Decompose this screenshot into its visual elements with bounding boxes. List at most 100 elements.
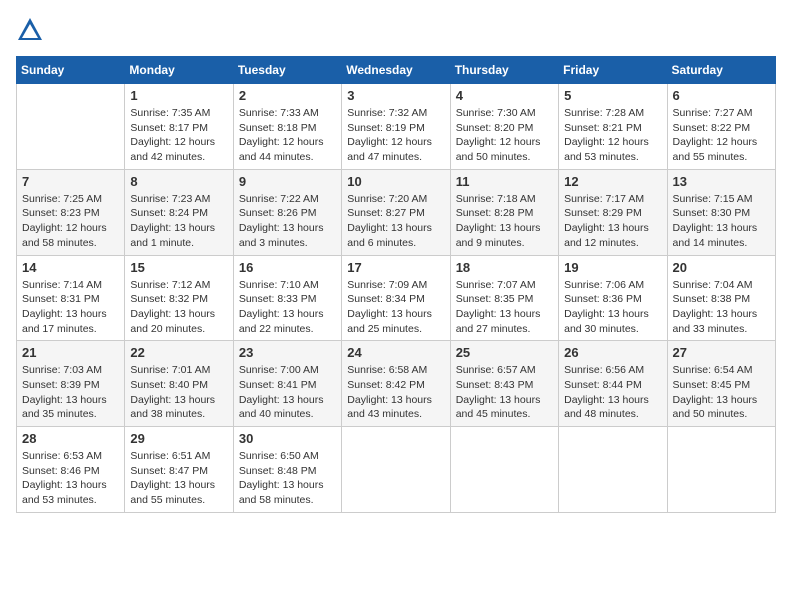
cell-info: Sunrise: 6:58 AMSunset: 8:42 PMDaylight:… xyxy=(347,363,444,422)
day-number: 6 xyxy=(673,88,770,103)
calendar-cell: 26Sunrise: 6:56 AMSunset: 8:44 PMDayligh… xyxy=(559,341,667,427)
calendar-week-row: 28 Sunrise: 6:53 AMSunset: 8:46 PMDayligh… xyxy=(17,427,776,513)
calendar-cell: 28 Sunrise: 6:53 AMSunset: 8:46 PMDayligh… xyxy=(17,427,125,513)
calendar-week-row: 7Sunrise: 7:25 AMSunset: 8:23 PMDaylight… xyxy=(17,169,776,255)
calendar-cell: 24 Sunrise: 6:58 AMSunset: 8:42 PMDayligh… xyxy=(342,341,450,427)
cell-info: Sunrise: 7:04 AMSunset: 8:38 PMDaylight:… xyxy=(673,278,770,337)
cell-info: Sunrise: 6:50 AMSunset: 8:48 PMDaylight:… xyxy=(239,449,336,508)
cell-info: Sunrise: 7:28 AMSunset: 8:21 PMDaylight:… xyxy=(564,106,661,165)
calendar-cell: 5 Sunrise: 7:28 AMSunset: 8:21 PMDaylight… xyxy=(559,84,667,170)
cell-info: Sunrise: 7:15 AMSunset: 8:30 PMDaylight:… xyxy=(673,192,770,251)
calendar-cell xyxy=(667,427,775,513)
day-number: 9 xyxy=(239,174,336,189)
cell-info: Sunrise: 7:14 AMSunset: 8:31 PMDaylight:… xyxy=(22,278,119,337)
calendar-cell: 20 Sunrise: 7:04 AMSunset: 8:38 PMDayligh… xyxy=(667,255,775,341)
column-header-thursday: Thursday xyxy=(450,57,558,84)
calendar-cell xyxy=(342,427,450,513)
day-number: 22 xyxy=(130,345,227,360)
day-number: 24 xyxy=(347,345,444,360)
cell-info: Sunrise: 7:33 AMSunset: 8:18 PMDaylight:… xyxy=(239,106,336,165)
calendar-cell: 2 Sunrise: 7:33 AMSunset: 8:18 PMDaylight… xyxy=(233,84,341,170)
column-header-tuesday: Tuesday xyxy=(233,57,341,84)
column-header-sunday: Sunday xyxy=(17,57,125,84)
day-number: 28 xyxy=(22,431,119,446)
calendar-cell xyxy=(17,84,125,170)
calendar-cell: 21 Sunrise: 7:03 AMSunset: 8:39 PMDayligh… xyxy=(17,341,125,427)
cell-info: Sunrise: 7:00 AMSunset: 8:41 PMDaylight:… xyxy=(239,363,336,422)
calendar-cell: 17Sunrise: 7:09 AMSunset: 8:34 PMDayligh… xyxy=(342,255,450,341)
cell-info: Sunrise: 6:57 AMSunset: 8:43 PMDaylight:… xyxy=(456,363,553,422)
day-number: 7 xyxy=(22,174,119,189)
day-number: 1 xyxy=(130,88,227,103)
calendar-cell: 10 Sunrise: 7:20 AMSunset: 8:27 PMDayligh… xyxy=(342,169,450,255)
calendar-cell: 12Sunrise: 7:17 AMSunset: 8:29 PMDayligh… xyxy=(559,169,667,255)
cell-info: Sunrise: 6:51 AMSunset: 8:47 PMDaylight:… xyxy=(130,449,227,508)
day-number: 3 xyxy=(347,88,444,103)
day-number: 10 xyxy=(347,174,444,189)
cell-info: Sunrise: 7:27 AMSunset: 8:22 PMDaylight:… xyxy=(673,106,770,165)
day-number: 21 xyxy=(22,345,119,360)
cell-info: Sunrise: 7:30 AMSunset: 8:20 PMDaylight:… xyxy=(456,106,553,165)
day-number: 15 xyxy=(130,260,227,275)
day-number: 29 xyxy=(130,431,227,446)
day-number: 13 xyxy=(673,174,770,189)
day-number: 5 xyxy=(564,88,661,103)
day-number: 20 xyxy=(673,260,770,275)
calendar-week-row: 14Sunrise: 7:14 AMSunset: 8:31 PMDayligh… xyxy=(17,255,776,341)
calendar-cell: 4 Sunrise: 7:30 AMSunset: 8:20 PMDaylight… xyxy=(450,84,558,170)
cell-info: Sunrise: 7:18 AMSunset: 8:28 PMDaylight:… xyxy=(456,192,553,251)
day-number: 18 xyxy=(456,260,553,275)
calendar-cell: 18 Sunrise: 7:07 AMSunset: 8:35 PMDayligh… xyxy=(450,255,558,341)
cell-info: Sunrise: 6:54 AMSunset: 8:45 PMDaylight:… xyxy=(673,363,770,422)
logo xyxy=(16,16,50,44)
day-number: 12 xyxy=(564,174,661,189)
day-number: 11 xyxy=(456,174,553,189)
day-number: 16 xyxy=(239,260,336,275)
day-number: 27 xyxy=(673,345,770,360)
calendar-table: SundayMondayTuesdayWednesdayThursdayFrid… xyxy=(16,56,776,513)
day-number: 2 xyxy=(239,88,336,103)
cell-info: Sunrise: 7:03 AMSunset: 8:39 PMDaylight:… xyxy=(22,363,119,422)
calendar-cell xyxy=(450,427,558,513)
cell-info: Sunrise: 7:35 AMSunset: 8:17 PMDaylight:… xyxy=(130,106,227,165)
calendar-cell: 15 Sunrise: 7:12 AMSunset: 8:32 PMDayligh… xyxy=(125,255,233,341)
calendar-cell: 9 Sunrise: 7:22 AMSunset: 8:26 PMDaylight… xyxy=(233,169,341,255)
cell-info: Sunrise: 7:12 AMSunset: 8:32 PMDaylight:… xyxy=(130,278,227,337)
day-number: 25 xyxy=(456,345,553,360)
cell-info: Sunrise: 7:01 AMSunset: 8:40 PMDaylight:… xyxy=(130,363,227,422)
column-header-friday: Friday xyxy=(559,57,667,84)
column-header-monday: Monday xyxy=(125,57,233,84)
cell-info: Sunrise: 7:20 AMSunset: 8:27 PMDaylight:… xyxy=(347,192,444,251)
day-number: 4 xyxy=(456,88,553,103)
day-number: 30 xyxy=(239,431,336,446)
cell-info: Sunrise: 7:23 AMSunset: 8:24 PMDaylight:… xyxy=(130,192,227,251)
page-header xyxy=(16,16,776,44)
calendar-header-row: SundayMondayTuesdayWednesdayThursdayFrid… xyxy=(17,57,776,84)
calendar-cell: 13 Sunrise: 7:15 AMSunset: 8:30 PMDayligh… xyxy=(667,169,775,255)
cell-info: Sunrise: 7:07 AMSunset: 8:35 PMDaylight:… xyxy=(456,278,553,337)
calendar-cell: 25 Sunrise: 6:57 AMSunset: 8:43 PMDayligh… xyxy=(450,341,558,427)
calendar-cell: 23Sunrise: 7:00 AMSunset: 8:41 PMDayligh… xyxy=(233,341,341,427)
cell-info: Sunrise: 7:06 AMSunset: 8:36 PMDaylight:… xyxy=(564,278,661,337)
cell-info: Sunrise: 7:32 AMSunset: 8:19 PMDaylight:… xyxy=(347,106,444,165)
calendar-cell: 1 Sunrise: 7:35 AMSunset: 8:17 PMDaylight… xyxy=(125,84,233,170)
calendar-cell: 22 Sunrise: 7:01 AMSunset: 8:40 PMDayligh… xyxy=(125,341,233,427)
day-number: 26 xyxy=(564,345,661,360)
column-header-wednesday: Wednesday xyxy=(342,57,450,84)
calendar-cell: 19 Sunrise: 7:06 AMSunset: 8:36 PMDayligh… xyxy=(559,255,667,341)
calendar-week-row: 21 Sunrise: 7:03 AMSunset: 8:39 PMDayligh… xyxy=(17,341,776,427)
cell-info: Sunrise: 7:10 AMSunset: 8:33 PMDaylight:… xyxy=(239,278,336,337)
cell-info: Sunrise: 7:22 AMSunset: 8:26 PMDaylight:… xyxy=(239,192,336,251)
calendar-cell: 8Sunrise: 7:23 AMSunset: 8:24 PMDaylight… xyxy=(125,169,233,255)
calendar-cell: 29 Sunrise: 6:51 AMSunset: 8:47 PMDayligh… xyxy=(125,427,233,513)
day-number: 19 xyxy=(564,260,661,275)
calendar-cell xyxy=(559,427,667,513)
logo-icon xyxy=(16,16,44,44)
calendar-cell: 6 Sunrise: 7:27 AMSunset: 8:22 PMDaylight… xyxy=(667,84,775,170)
column-header-saturday: Saturday xyxy=(667,57,775,84)
calendar-cell: 27 Sunrise: 6:54 AMSunset: 8:45 PMDayligh… xyxy=(667,341,775,427)
calendar-cell: 16 Sunrise: 7:10 AMSunset: 8:33 PMDayligh… xyxy=(233,255,341,341)
calendar-cell: 14Sunrise: 7:14 AMSunset: 8:31 PMDayligh… xyxy=(17,255,125,341)
cell-info: Sunrise: 6:53 AMSunset: 8:46 PMDaylight:… xyxy=(22,449,119,508)
calendar-cell: 3 Sunrise: 7:32 AMSunset: 8:19 PMDaylight… xyxy=(342,84,450,170)
